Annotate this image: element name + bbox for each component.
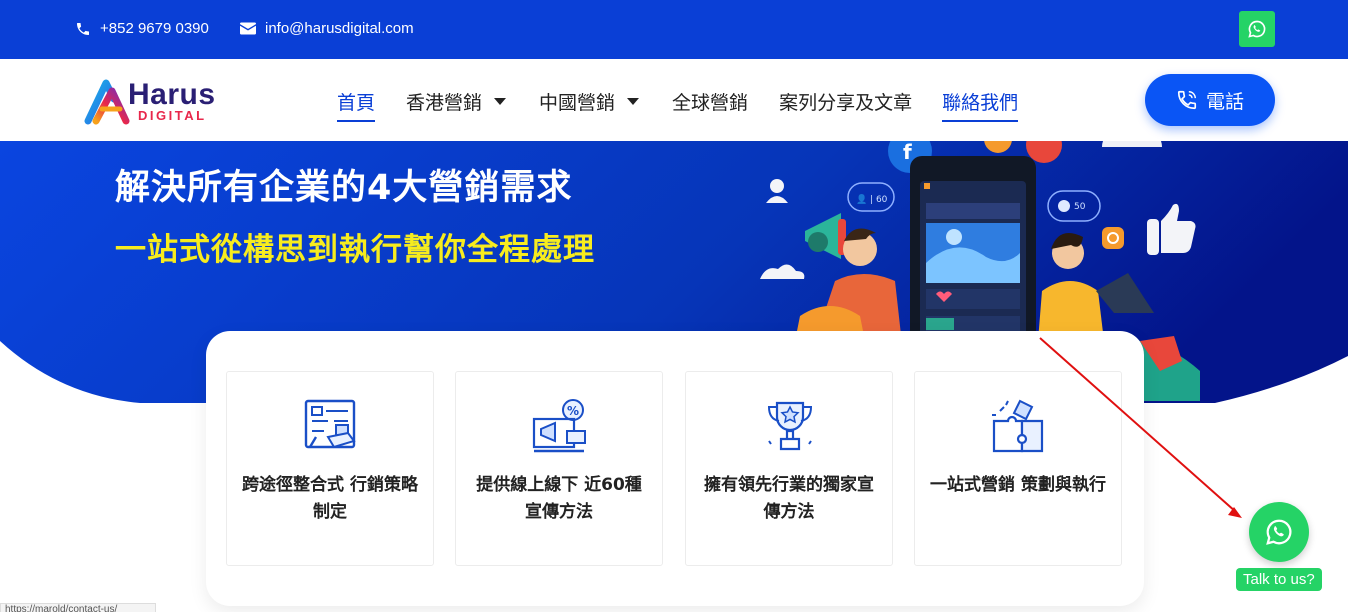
- nav-item-contact-us[interactable]: 聯絡我們: [942, 86, 1019, 122]
- features-panel: 跨途徑整合式 行銷策略制定 % 提供線上線下 近60種宣傳方法 擁有領先行業的獨…: [206, 331, 1144, 606]
- puzzle-icon: [992, 399, 1044, 453]
- call-button-label: 電話: [1205, 90, 1244, 113]
- svg-text:%: %: [567, 404, 579, 418]
- feature-label: 一站式營銷 策劃與執行: [930, 475, 1106, 495]
- svg-text:👤 | 60: 👤 | 60: [856, 193, 888, 205]
- nav-item-label: 首頁: [337, 91, 376, 114]
- nav-item-cases-articles[interactable]: 案列分享及文章: [779, 86, 912, 116]
- feature-card[interactable]: 跨途徑整合式 行銷策略制定: [226, 371, 434, 566]
- nav-item-label: 中國營銷: [539, 91, 616, 114]
- feature-label: 提供線上線下 近60種宣傳方法: [476, 475, 642, 522]
- phone-contact[interactable]: +852 9679 0390: [75, 20, 209, 37]
- email-address: info@harusdigital.com: [265, 20, 414, 37]
- chevron-down-icon: [494, 97, 507, 105]
- svg-text:50: 50: [1074, 202, 1086, 212]
- feature-label: 跨途徑整合式 行銷策略制定: [242, 475, 418, 522]
- feature-label: 擁有領先行業的獨家宣傳方法: [704, 475, 874, 522]
- nav-item-global-marketing[interactable]: 全球營銷: [672, 86, 748, 116]
- whatsapp-top-button[interactable]: [1239, 11, 1275, 47]
- trophy-icon: [767, 401, 813, 451]
- strategy-board-icon: [304, 399, 356, 449]
- marketing-megaphone-icon: %: [532, 399, 586, 453]
- email-contact[interactable]: info@harusdigital.com: [240, 20, 414, 37]
- status-bar-url: https://marold/contact-us/: [0, 603, 156, 612]
- nav-item-home[interactable]: 首頁: [337, 86, 376, 122]
- nav-item-label: 案列分享及文章: [779, 91, 913, 114]
- whatsapp-icon: [1248, 20, 1266, 38]
- phone-icon: [77, 22, 89, 35]
- logo-subtext: DIGITAL: [138, 108, 207, 123]
- main-navigation: Harus DIGITAL 首頁 香港營銷 中國營銷 全球營銷 案列分享及文章 …: [0, 59, 1348, 141]
- nav-item-label: 聯絡我們: [942, 91, 1019, 114]
- whatsapp-talk-label[interactable]: Talk to us?: [1236, 568, 1322, 591]
- nav-item-label: 全球營銷: [672, 91, 749, 114]
- svg-text:f: f: [903, 141, 912, 164]
- whatsapp-float-button[interactable]: [1249, 502, 1309, 562]
- logo-mark-icon: [84, 79, 130, 125]
- phone-ringing-icon: [1177, 90, 1197, 110]
- nav-item-hk-marketing[interactable]: 香港營銷: [406, 86, 507, 116]
- logo-wordmark: Harus: [128, 78, 216, 111]
- nav-item-label: 香港營銷: [406, 91, 483, 114]
- whatsapp-icon: [1266, 519, 1292, 545]
- hero-subtitle: 一站式從構思到執行幫你全程處理: [115, 232, 595, 268]
- call-button[interactable]: 電話: [1145, 74, 1275, 126]
- hero-title: 解決所有企業的4大營銷需求: [115, 168, 573, 208]
- nav-item-china-marketing[interactable]: 中國營銷: [539, 86, 640, 116]
- chevron-down-icon: [627, 97, 640, 105]
- envelope-icon: [240, 22, 256, 35]
- feature-card[interactable]: % 提供線上線下 近60種宣傳方法: [455, 371, 663, 566]
- menu-bar: 首頁 香港營銷 中國營銷 全球營銷 案列分享及文章 聯絡我們: [337, 86, 1019, 122]
- feature-card[interactable]: 一站式營銷 策劃與執行: [914, 371, 1122, 566]
- top-contact-bar: +852 9679 0390 info@harusdigital.com: [0, 0, 1348, 59]
- feature-card[interactable]: 擁有領先行業的獨家宣傳方法: [685, 371, 893, 566]
- phone-number: +852 9679 0390: [100, 20, 209, 37]
- harus-digital-logo[interactable]: Harus DIGITAL: [82, 75, 232, 127]
